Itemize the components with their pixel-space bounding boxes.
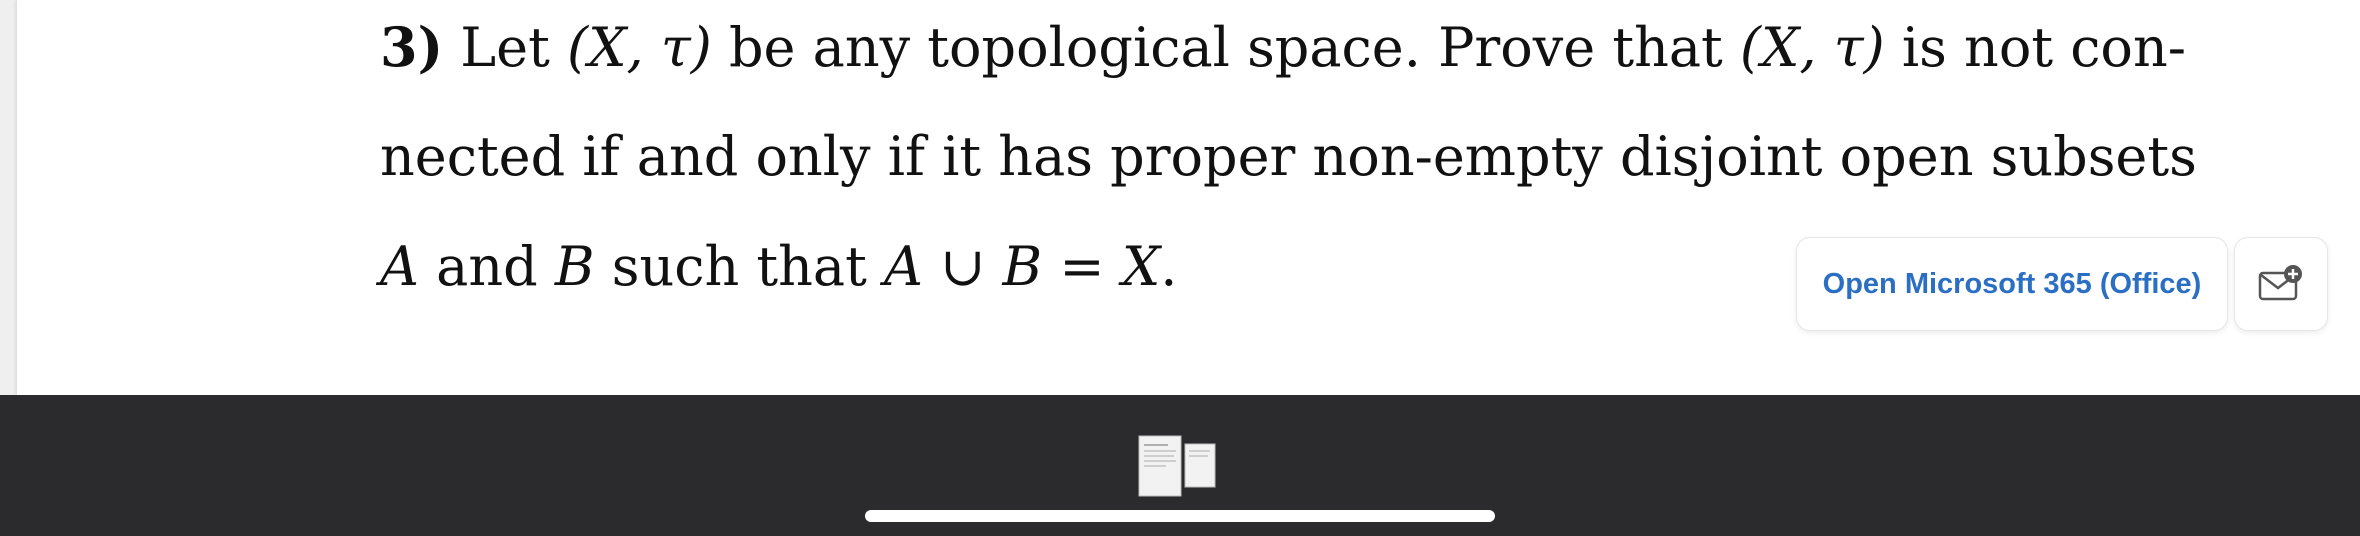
text-and: and xyxy=(436,235,538,298)
text-mid: be any topological space. Prove that xyxy=(728,16,1723,79)
mail-add-icon xyxy=(2258,265,2302,301)
text-line-3: A and B such that A ∪ B = X. xyxy=(380,240,2010,294)
text-line-1: 3) Let (X, τ) be any topological space. … xyxy=(380,20,2186,75)
math-set-a: A xyxy=(380,235,419,298)
text-line-2-content: nected if and only if it has proper non-… xyxy=(380,125,2197,188)
text-end: is not con- xyxy=(1901,16,2186,79)
open-office-button[interactable]: Open Microsoft 365 (Office) xyxy=(1796,237,2228,331)
math-equation: A ∪ B = X xyxy=(883,235,1161,298)
math-set-b: B xyxy=(554,235,595,298)
open-office-label: Open Microsoft 365 (Office) xyxy=(1822,267,2202,300)
bottom-toolbar xyxy=(0,395,2360,536)
text-line-2: nected if and only if it has proper non-… xyxy=(380,130,2197,184)
text-period: . xyxy=(1160,235,1178,298)
math-space-2: (X, τ) xyxy=(1739,16,1885,79)
text-such-that: such that xyxy=(611,235,867,298)
mail-share-button[interactable] xyxy=(2234,237,2328,331)
page-thumbnails-button[interactable] xyxy=(1138,435,1218,501)
home-indicator[interactable] xyxy=(865,510,1495,522)
problem-number: 3) xyxy=(380,15,444,79)
text-let: Let xyxy=(460,16,550,79)
document-page: 3) Let (X, τ) be any topological space. … xyxy=(17,0,2360,395)
page-thumbnails-icon xyxy=(1138,435,1216,497)
document-viewer: 3) Let (X, τ) be any topological space. … xyxy=(0,0,2360,395)
math-space-1: (X, τ) xyxy=(567,16,712,79)
